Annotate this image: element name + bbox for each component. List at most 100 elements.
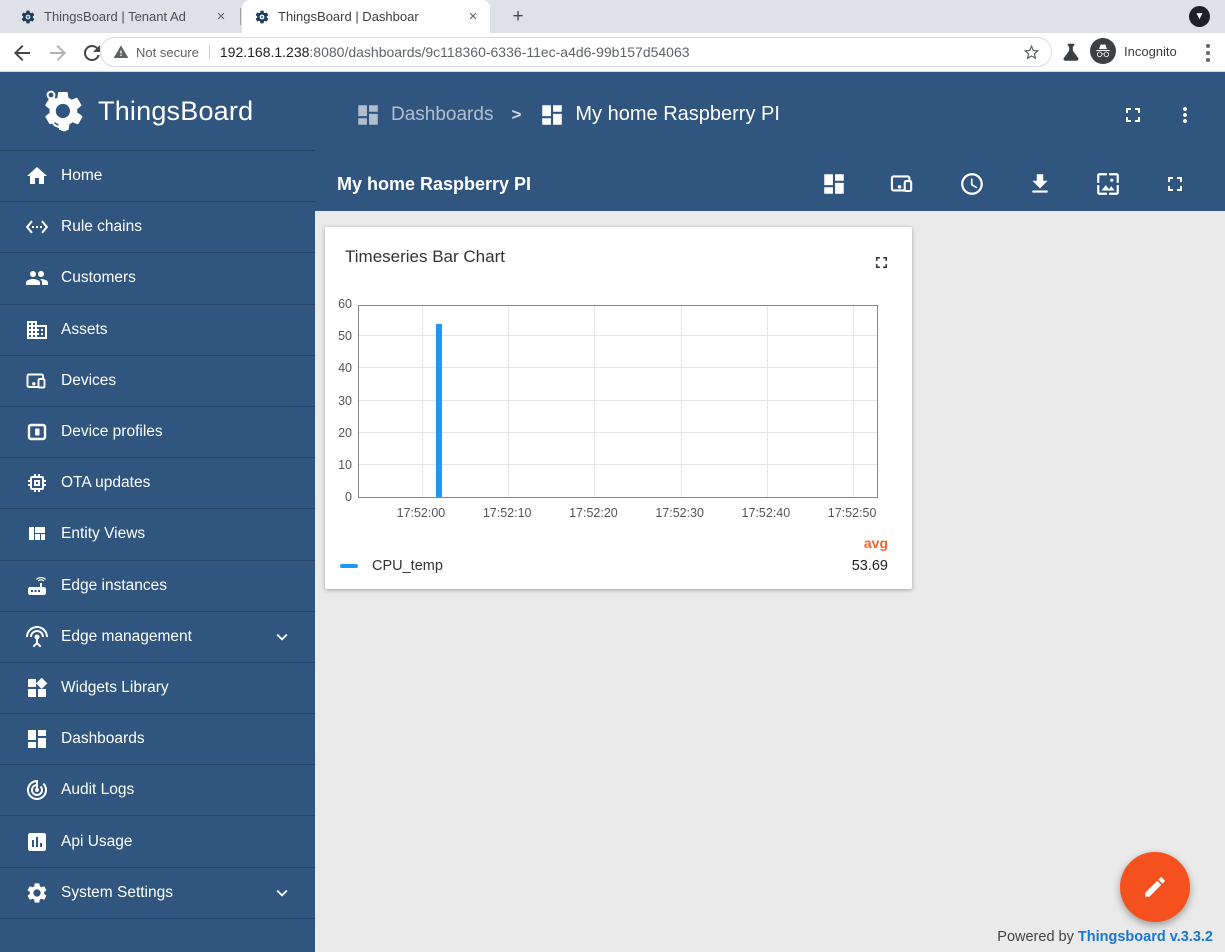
series-name: CPU_temp	[372, 558, 443, 574]
sidebar-item-audit-logs[interactable]: Audit Logs	[0, 765, 315, 817]
system-settings-icon	[25, 881, 49, 905]
thingsboard-logo-icon	[38, 88, 88, 134]
x-axis-tick-label: 17:52:40	[741, 506, 791, 520]
brand-name: ThingsBoard	[98, 95, 254, 126]
browser-tabstrip: ThingsBoard | Tenant Ad × ThingsBoard | …	[0, 0, 1225, 33]
dashboard-image-icon[interactable]	[1095, 171, 1121, 197]
sidebar-item-assets[interactable]: Assets	[0, 305, 315, 356]
sidebar-item-device-profiles[interactable]: Device profiles	[0, 407, 315, 459]
tab-separator	[240, 8, 241, 25]
forward-icon[interactable]	[46, 41, 70, 65]
breadcrumb-dashboards[interactable]: Dashboards	[355, 102, 493, 128]
sidebar-item-customers[interactable]: Customers	[0, 253, 315, 305]
api-usage-icon	[25, 830, 49, 854]
x-axis-tick-label: 17:52:00	[396, 506, 446, 520]
x-axis-tick-label: 17:52:20	[569, 506, 618, 520]
tab-close-icon[interactable]: ×	[212, 8, 230, 26]
y-axis-tick-label: 50	[338, 329, 352, 344]
device-profiles-icon	[25, 420, 49, 444]
thingsboard-logo[interactable]: ThingsBoard	[0, 72, 315, 151]
gridline-vertical	[853, 306, 855, 497]
thingsboard-favicon-icon	[254, 9, 270, 25]
y-axis-tick-label: 0	[345, 490, 352, 504]
chart-legend: avg CPU_temp 53.69	[325, 527, 912, 574]
tab-search-button[interactable]: ▼	[1189, 6, 1210, 27]
y-axis-tick-label: 30	[338, 393, 352, 408]
dashboard-title: My home Raspberry PI	[337, 173, 532, 194]
dashboards-icon	[25, 727, 49, 751]
sidebar-item-rule-chains[interactable]: Rule chains	[0, 202, 315, 254]
gridline-vertical	[680, 306, 682, 497]
legend-column-avg: avg	[863, 535, 888, 551]
gridline-vertical	[766, 306, 768, 497]
more-vert-icon[interactable]	[1173, 103, 1197, 127]
edit-dashboard-fab[interactable]	[1120, 852, 1190, 922]
chart-area: 0 10 20 30 40 50 60 17:52:00 17:52:10 17:52:20 17:…	[325, 277, 912, 527]
sidebar-item-dashboards[interactable]: Dashboards	[0, 714, 315, 766]
tab-title: ThingsBoard | Tenant Ad	[44, 9, 186, 24]
security-label: Not secure	[136, 44, 199, 60]
thingsboard-version-link[interactable]: Thingsboard v.3.3.2	[1078, 929, 1213, 945]
edge-management-icon	[25, 625, 49, 649]
browser-toolbar: Not secure 192.168.1.238:8080/dashboards…	[0, 33, 1225, 72]
fullscreen-icon[interactable]	[1163, 172, 1187, 196]
entity-views-icon	[25, 522, 49, 546]
widget-fullscreen-icon[interactable]	[872, 253, 891, 272]
x-axis-tick-label: 17:52:50	[827, 506, 877, 520]
chevron-down-icon	[271, 626, 293, 648]
audit-logs-icon	[25, 778, 49, 802]
legend-row[interactable]: CPU_temp 53.69	[340, 558, 888, 574]
browser-tab-dashboard[interactable]: ThingsBoard | Dashboar ×	[242, 0, 490, 33]
edge-instances-icon	[25, 574, 49, 598]
incognito-icon	[1090, 38, 1116, 64]
sidebar-item-edge-instances[interactable]: Edge instances	[0, 561, 315, 612]
sidebar-item-api-usage[interactable]: Api Usage	[0, 816, 315, 868]
gridline-vertical	[421, 306, 423, 497]
y-axis-tick-label: 10	[338, 457, 352, 472]
browser-menu-icon[interactable]	[1199, 42, 1217, 64]
sidebar-item-ota-updates[interactable]: OTA updates	[0, 458, 315, 510]
gridline-vertical	[594, 306, 596, 497]
data-bar	[436, 324, 443, 497]
x-axis-tick-label: 17:52:30	[655, 506, 704, 520]
tab-close-icon[interactable]: ×	[464, 8, 482, 26]
y-axis-tick-label: 40	[338, 361, 352, 376]
tab-title: ThingsBoard | Dashboar	[278, 9, 419, 24]
home-icon	[25, 164, 49, 188]
sidebar-item-edge-management[interactable]: Edge management	[0, 612, 315, 663]
entity-aliases-icon[interactable]	[889, 170, 917, 198]
sidebar-item-system-settings[interactable]: System Settings	[0, 868, 315, 919]
sidebar-item-widgets-library[interactable]: Widgets Library	[0, 663, 315, 715]
export-download-icon[interactable]	[1027, 171, 1053, 197]
fullscreen-icon[interactable]	[1121, 103, 1145, 127]
powered-by-footer: Powered by Thingsboard v.3.3.2	[997, 929, 1213, 945]
sidebar-item-devices[interactable]: Devices	[0, 356, 315, 407]
back-icon[interactable]	[10, 41, 34, 65]
incognito-badge: Incognito	[1090, 38, 1177, 64]
url-bar[interactable]: Not secure 192.168.1.238:8080/dashboards…	[100, 37, 1052, 67]
widgets-library-icon	[25, 676, 49, 700]
timewindow-icon[interactable]	[959, 171, 985, 197]
widget-header: Timeseries Bar Chart	[325, 227, 912, 277]
browser-tab-tenant[interactable]: ThingsBoard | Tenant Ad ×	[8, 0, 238, 33]
sidebar-item-home[interactable]: Home	[0, 151, 315, 203]
rule-chains-icon	[25, 215, 49, 239]
dashboard-canvas: Timeseries Bar Chart 0 10 20 30 40 50 60 17:52:…	[315, 211, 1225, 952]
url-host: 192.168.1.238	[219, 44, 310, 60]
incognito-label: Incognito	[1124, 43, 1177, 59]
flask-icon[interactable]	[1060, 41, 1084, 65]
bookmark-star-icon[interactable]	[1022, 43, 1041, 62]
dashboard-states-icon[interactable]	[821, 171, 847, 197]
dashboards-icon	[539, 102, 565, 128]
not-secure-warning-icon	[113, 44, 129, 60]
new-tab-button[interactable]: +	[506, 5, 530, 29]
assets-icon	[25, 318, 49, 342]
devices-icon	[25, 369, 49, 393]
sidebar-item-entity-views[interactable]: Entity Views	[0, 509, 315, 561]
series-avg-value: 53.69	[851, 558, 888, 574]
powered-by-text: Powered by	[997, 929, 1074, 945]
series-color-dash	[340, 564, 358, 568]
customers-icon	[25, 266, 49, 290]
dashboards-icon	[355, 102, 381, 128]
gridline-vertical	[508, 306, 510, 497]
